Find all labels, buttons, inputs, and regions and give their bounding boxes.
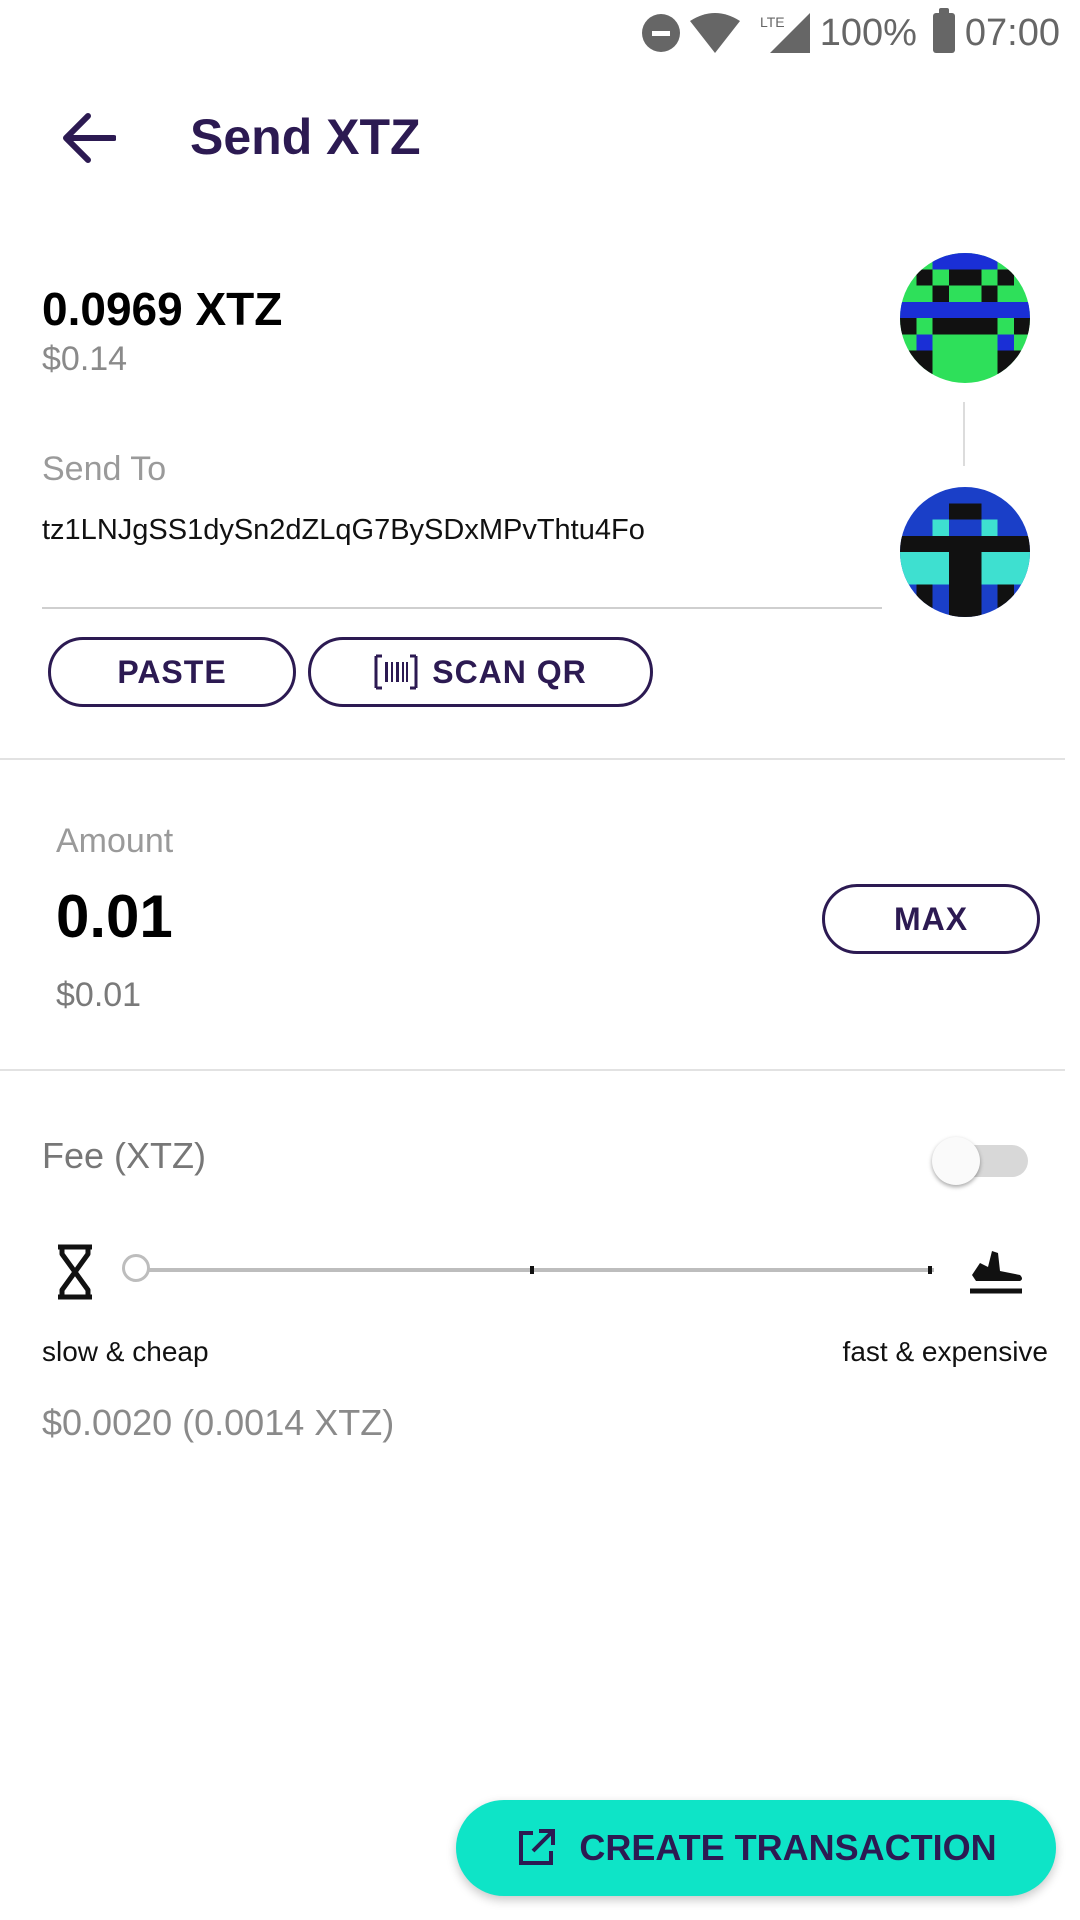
max-button-label: MAX: [893, 900, 969, 937]
amount-input[interactable]: 0.01: [56, 882, 173, 951]
recipient-address-input[interactable]: tz1LNJgSS1dySn2dZLqG7BySDxMPvThtu4Fo: [42, 514, 645, 547]
clock: 07:00: [964, 11, 1060, 54]
wifi-icon: [689, 13, 740, 53]
recipient-avatar: [900, 487, 1030, 617]
fee-label: Fee (XTZ): [42, 1135, 207, 1176]
slow-cheap-label: slow & cheap: [42, 1336, 209, 1367]
avatar-connector: [963, 402, 965, 466]
barcode-icon: [374, 654, 418, 690]
fee-slider-thumb[interactable]: [122, 1254, 150, 1282]
fee-slider-tick: [928, 1266, 932, 1274]
amount-fiat: $0.01: [56, 976, 142, 1014]
page-title: Send XTZ: [190, 109, 421, 165]
battery-icon: [932, 8, 955, 53]
external-link-icon: [519, 1829, 556, 1865]
back-arrow-icon[interactable]: [60, 112, 116, 164]
amount-label: Amount: [56, 822, 174, 860]
dnd-icon: [641, 14, 680, 52]
toggle-knob: [932, 1137, 980, 1185]
fee-slider[interactable]: [120, 1250, 940, 1290]
scan-qr-button-label: SCAN QR: [432, 653, 587, 690]
signal-icon: LTE: [760, 13, 810, 53]
airplane-icon: [970, 1251, 1022, 1294]
scan-qr-button[interactable]: SCAN QR: [308, 637, 653, 707]
sender-avatar: [900, 253, 1030, 383]
battery-percent: 100%: [819, 11, 917, 54]
custom-fee-toggle[interactable]: [932, 1137, 1030, 1185]
paste-button-label: PASTE: [117, 653, 227, 690]
fee-value: $0.0020 (0.0014 XTZ): [42, 1402, 395, 1443]
fee-slider-tick: [530, 1266, 534, 1274]
send-to-label: Send To: [42, 450, 167, 488]
fast-expensive-label: fast & expensive: [842, 1336, 1048, 1367]
status-bar: LTE 100% 07:00: [641, 0, 1080, 66]
section-divider: [0, 758, 1065, 760]
paste-button[interactable]: PASTE: [48, 637, 296, 707]
section-divider: [0, 1069, 1065, 1071]
create-transaction-label: CREATE TRANSACTION: [579, 1827, 997, 1868]
fee-slider-track: [138, 1268, 934, 1272]
max-button[interactable]: MAX: [822, 884, 1040, 954]
balance-amount: 0.0969 XTZ: [42, 283, 283, 335]
balance-fiat: $0.14: [42, 340, 128, 378]
hourglass-icon: [58, 1244, 92, 1300]
address-underline: [42, 607, 882, 609]
create-transaction-button[interactable]: CREATE TRANSACTION: [456, 1800, 1056, 1896]
svg-text:LTE: LTE: [760, 14, 785, 30]
